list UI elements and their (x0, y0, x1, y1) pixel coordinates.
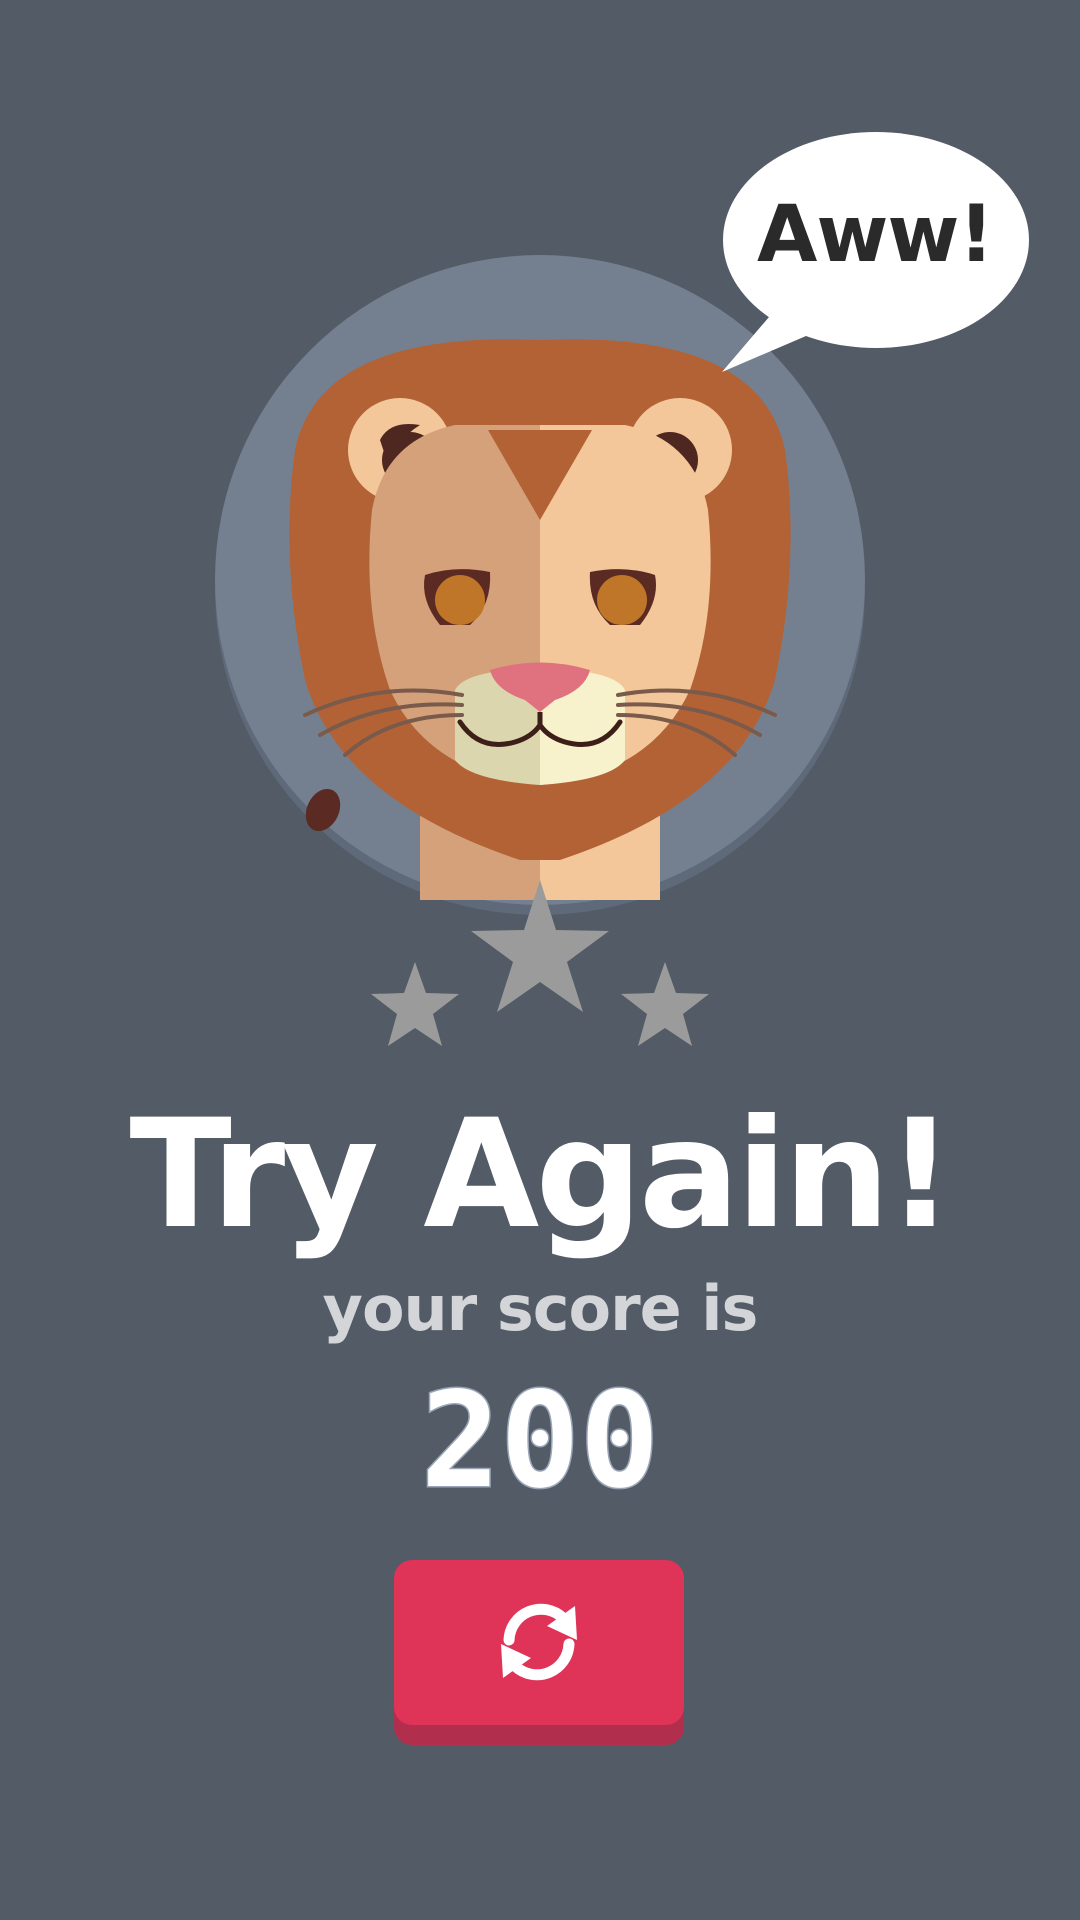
score-label: your score is (322, 1272, 759, 1345)
result-title: Try Again! (129, 1088, 954, 1262)
game-over-screen: Aww! Try Again! your score is 200 (0, 0, 1080, 1920)
retry-button[interactable] (394, 1560, 684, 1745)
refresh-icon (501, 1603, 577, 1681)
speech-bubble-text: Aww! (756, 190, 994, 280)
score-value: 200 (419, 1364, 660, 1518)
star-icon-right (621, 962, 709, 1046)
star-rating (371, 880, 709, 1046)
star-icon-left (371, 962, 459, 1046)
lion-avatar (215, 132, 1029, 1046)
